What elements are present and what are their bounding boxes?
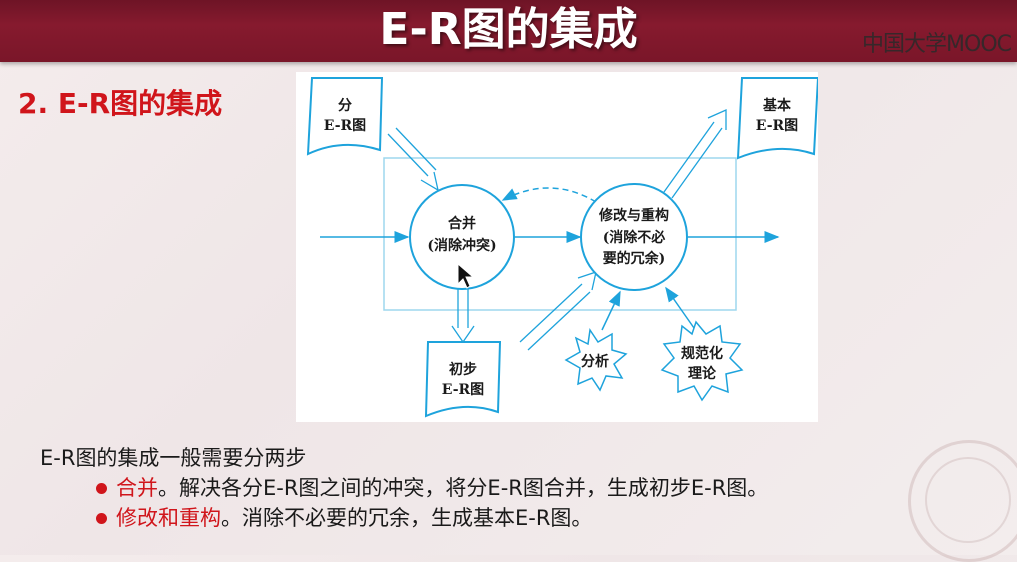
bullet-item-modify: 修改和重构。消除不必要的冗余，生成基本E-R图。: [40, 503, 768, 533]
analysis-arrow: [601, 290, 621, 331]
doc-prelim-er: [424, 341, 502, 418]
hollow-arrow-merge-to-prelim: [451, 282, 475, 344]
doc-sub-line2: E-R图: [324, 118, 366, 134]
doc-sub-er: [306, 77, 384, 156]
mooc-logo: 中国大学MOOC: [862, 32, 1012, 57]
bullet-dot-icon: [96, 483, 107, 494]
burst-normalize-line2: 理论: [688, 365, 717, 382]
bullet-item-merge: 合并。解决各分E-R图之间的冲突，将分E-R图合并，生成初步E-R图。: [40, 473, 768, 503]
hollow-arrow-prelim-to-modify: [519, 271, 597, 351]
feedback-dashed-arrow: [501, 187, 597, 203]
bullet-term: 合并: [116, 476, 158, 500]
bullet-text: 。消除不必要的冗余，生成基本E-R图。: [221, 506, 593, 530]
bullet-dot-icon: [96, 513, 107, 524]
bullet-term: 修改和重构: [116, 506, 221, 530]
modify-line1: 修改与重构: [598, 207, 669, 224]
diagram-canvas: 分 E-R图 基本 E-R图 初步 E-R图 合并 (消除冲突) 修改与重构 (…: [306, 77, 818, 418]
normalize-arrow: [665, 286, 695, 329]
doc-base-line2: E-R图: [756, 118, 798, 134]
bullet-text: 。解决各分E-R图之间的冲突，将分E-R图合并，生成初步E-R图。: [158, 476, 769, 500]
merge-line1: 合并: [448, 215, 476, 232]
doc-sub-line1: 分: [338, 98, 352, 114]
er-integration-diagram: 分 E-R图 基本 E-R图 初步 E-R图 合并 (消除冲突) 修改与重构 (…: [296, 72, 818, 422]
burst-analysis-label: 分析: [581, 353, 609, 370]
doc-prelim-line2: E-R图: [442, 382, 484, 398]
university-seal-watermark: [908, 440, 1017, 562]
hollow-arrow-modify-to-base: [663, 108, 727, 199]
body-text: E-R图的集成一般需要分两步 合并。解决各分E-R图之间的冲突，将分E-R图合并…: [40, 443, 768, 533]
burst-normalize-line1: 规范化: [681, 345, 723, 362]
seal-inner-ring: [925, 457, 1011, 543]
modify-line2: (消除不必: [603, 229, 666, 246]
doc-prelim-line1: 初步: [449, 361, 477, 378]
doc-base-line1: 基本: [763, 97, 792, 114]
section-title: 2. E-R图的集成: [18, 87, 223, 120]
intro-text: E-R图的集成一般需要分两步: [40, 446, 307, 470]
hollow-arrow-doc-to-merge: [387, 127, 439, 192]
modify-line3: 要的冗余): [603, 250, 666, 267]
merge-line2: (消除冲突): [427, 237, 496, 254]
